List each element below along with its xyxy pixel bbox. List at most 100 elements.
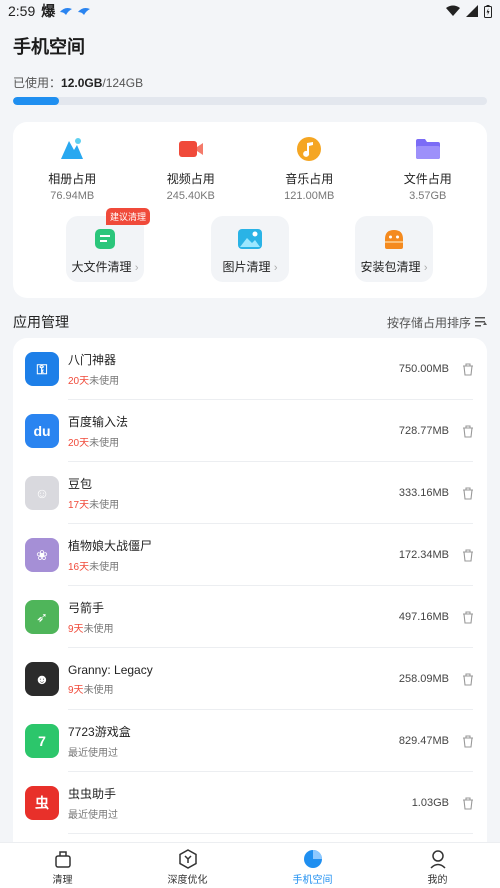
app-row[interactable]: ⚿ 八门神器 20天未使用 750.00MB: [13, 338, 487, 400]
app-row[interactable]: du 百度输入法 20天未使用 728.77MB: [13, 400, 487, 462]
storage-progress-bar: [13, 97, 487, 105]
folder-icon: [415, 136, 441, 162]
chevron-right-icon: ›: [273, 262, 278, 274]
app-row[interactable]: 7 7723游戏盒 最近使用过 829.47MB: [13, 710, 487, 772]
app-size: 829.47MB: [398, 735, 449, 747]
app-row[interactable]: ❀ 植物娘大战僵尸 16天未使用 172.34MB: [13, 524, 487, 586]
bird-notification-icon-2: [78, 8, 91, 15]
category-name: 文件占用: [403, 172, 452, 186]
android-icon: [381, 226, 407, 252]
trash-icon[interactable]: [461, 672, 475, 686]
trash-icon[interactable]: [461, 362, 475, 376]
app-row[interactable]: ☺ 豆包 17天未使用 333.16MB: [13, 462, 487, 524]
app-size: 258.09MB: [398, 673, 449, 685]
app-size: 750.00MB: [398, 363, 449, 375]
category-size: 121.00MB: [284, 190, 335, 202]
app-management-header: 应用管理 按存储占用排序: [13, 312, 487, 332]
storage-summary-card: 相册占用 76.94MB 视频占用 245.40KB 音乐占用 121.00MB…: [13, 122, 487, 298]
app-last-used: 最近使用过: [68, 806, 118, 821]
category-photos[interactable]: 相册占用 76.94MB: [13, 136, 132, 202]
app-icon: du: [25, 414, 59, 448]
sort-button[interactable]: 按存储占用排序: [387, 314, 487, 331]
nav-clean[interactable]: 清理: [0, 843, 125, 888]
app-row[interactable]: 虫虫虫助手最近使用过 1.03GB: [13, 772, 487, 834]
optimize-icon: [178, 849, 198, 869]
app-name: 虫虫助手: [68, 787, 117, 801]
image-cleanup-button[interactable]: 图片清理 ›: [211, 216, 289, 282]
app-last-used: 20天未使用: [68, 434, 128, 449]
app-unused-days: 9天: [68, 624, 84, 635]
app-notification-icon: 爆: [41, 3, 56, 19]
app-unused-days: 20天: [68, 376, 90, 387]
storage-progress-fill: [13, 97, 59, 105]
category-name: 音乐占用: [285, 172, 334, 186]
trash-icon[interactable]: [461, 424, 475, 438]
status-time: 2:59: [8, 3, 36, 19]
app-unused-days: 20天: [68, 438, 90, 449]
chevron-right-icon: ›: [134, 262, 139, 274]
app-last-used-suffix: 未使用: [89, 376, 120, 387]
app-row[interactable]: ☻ Granny: Legacy 9天未使用 258.09MB: [13, 648, 487, 710]
usage-total: /124GB: [102, 76, 144, 90]
trash-icon[interactable]: [461, 486, 475, 500]
app-last-used: 最近使用过: [68, 744, 131, 759]
app-size: 1.03GB: [411, 797, 449, 809]
chevron-right-icon: ›: [423, 262, 428, 274]
clean-icon: [53, 849, 73, 869]
app-last-used-suffix: 最近使用过: [68, 810, 118, 821]
nav-label: 手机空间: [292, 875, 333, 886]
app-last-used: 20天未使用: [68, 372, 119, 387]
music-icon: [296, 136, 322, 162]
app-name: 八门神器: [68, 353, 117, 367]
storage-icon: [303, 849, 323, 869]
storage-usage-text: 已使用：12.0GB/124GB: [13, 74, 143, 91]
app-name: 弓箭手: [68, 601, 105, 615]
bird-notification-icon: [60, 8, 73, 15]
battery-icon: [484, 4, 492, 18]
category-video[interactable]: 视频占用 245.40KB: [132, 136, 251, 202]
app-name: 豆包: [68, 477, 93, 491]
nav-label: 清理: [52, 875, 73, 886]
app-size: 172.34MB: [398, 549, 449, 561]
tool-label: 图片清理: [222, 260, 271, 274]
photos-icon: [59, 136, 85, 162]
trash-icon[interactable]: [461, 734, 475, 748]
profile-icon: [428, 849, 448, 869]
usage-label: 已使用：: [13, 76, 62, 90]
app-last-used: 17天未使用: [68, 496, 119, 511]
nav-profile[interactable]: 我的: [375, 843, 500, 888]
app-last-used: 9天未使用: [68, 620, 114, 635]
app-last-used-suffix: 未使用: [89, 438, 120, 449]
nav-optimize[interactable]: 深度优化: [125, 843, 250, 888]
app-name: 植物娘大战僵尸: [68, 539, 153, 553]
app-icon: ➶: [25, 600, 59, 634]
nav-storage[interactable]: 手机空间: [250, 843, 375, 888]
file-icon: [92, 226, 118, 252]
app-unused-days: 17天: [68, 500, 90, 511]
suggest-clean-badge: 建议清理: [106, 208, 151, 225]
app-name: 7723游戏盒: [68, 725, 131, 739]
trash-icon[interactable]: [461, 610, 475, 624]
bottom-nav: 清理 深度优化 手机空间 我的: [0, 842, 500, 888]
large-file-cleanup-button[interactable]: 建议清理 大文件清理 ›: [66, 208, 151, 282]
trash-icon[interactable]: [461, 548, 475, 562]
signal-icon: [466, 5, 478, 17]
video-icon: [178, 136, 204, 162]
wifi-icon: [446, 5, 460, 16]
app-list: ⚿ 八门神器 20天未使用 750.00MB du 百度输入法 20天未使用 728.77MB…: [13, 338, 487, 858]
status-bar: 2:59 爆: [0, 0, 500, 22]
app-icon: ☻: [25, 662, 59, 696]
app-name: Granny: Legacy: [68, 662, 153, 677]
trash-icon[interactable]: [461, 796, 475, 810]
app-row[interactable]: ➶ 弓箭手 9天未使用 497.16MB: [13, 586, 487, 648]
app-icon: 虫: [25, 786, 59, 820]
category-music[interactable]: 音乐占用 121.00MB: [250, 136, 369, 202]
image-icon: [237, 226, 263, 252]
apk-cleanup-button[interactable]: 安装包清理 ›: [355, 216, 433, 282]
app-last-used: 16天未使用: [68, 558, 152, 573]
nav-label: 深度优化: [167, 875, 208, 886]
category-files[interactable]: 文件占用 3.57GB: [369, 136, 488, 202]
section-title: 应用管理: [13, 314, 69, 330]
app-icon: ❀: [25, 538, 59, 572]
app-last-used-suffix: 未使用: [83, 684, 114, 696]
